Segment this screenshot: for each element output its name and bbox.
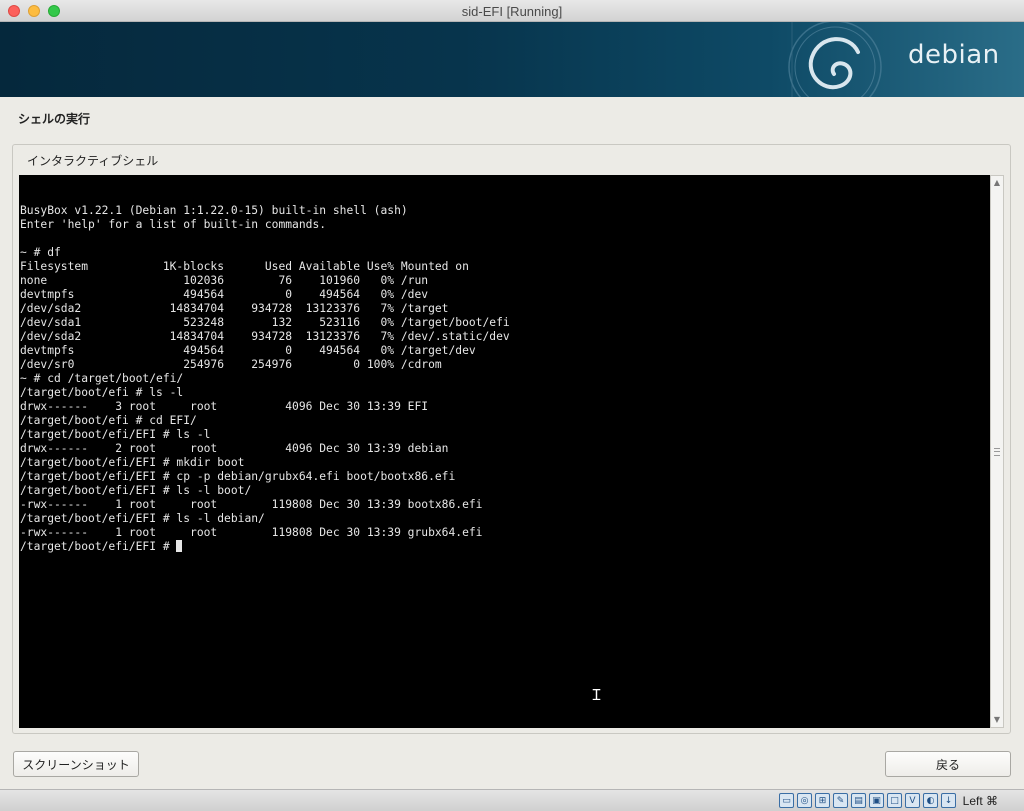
group-title: インタラクティブシェル [27, 154, 159, 168]
installer-banner: debian [0, 22, 1024, 97]
terminal-line: /dev/sda2 14834704 934728 13123376 7% /t… [20, 302, 449, 315]
terminal-line: /target/boot/efi/EFI # ls -l boot/ [20, 484, 252, 497]
terminal-line: ~ # df [20, 246, 61, 259]
terminal-line: /dev/sda1 523248 132 523116 0% /target/b… [20, 316, 510, 329]
host-key-label: Left ⌘ [962, 794, 998, 808]
window-titlebar: sid-EFI [Running] [0, 0, 1024, 22]
scroll-down-arrow-icon[interactable]: ▼ [991, 713, 1003, 727]
terminal-line: -rwx------ 1 root root 119808 Dec 30 13:… [20, 526, 483, 539]
terminal-line: /target/boot/efi/EFI # cp -p debian/grub… [20, 470, 456, 483]
ibeam-cursor-icon: Ｉ [589, 686, 605, 704]
vm-statusbar: ▭ ◎ ⊞ ✎ ▤ ▣ □ V ◐ ↓ Left ⌘ [0, 789, 1024, 811]
monitor-icon[interactable]: □ [887, 793, 902, 808]
terminal-line: drwx------ 3 root root 4096 Dec 30 13:39… [20, 400, 429, 413]
terminal-line: /target/boot/efi/EFI # ls -l debian/ [20, 512, 265, 525]
window-title: sid-EFI [Running] [461, 4, 563, 19]
debian-swirl-icon [788, 22, 882, 97]
terminal-line: /dev/sr0 254976 254976 0 100% /cdrom [20, 358, 442, 371]
terminal-line: /target/boot/efi/EFI # mkdir boot [20, 456, 245, 469]
hard-disk-icon[interactable]: ▭ [779, 793, 794, 808]
terminal-line: /target/boot/efi # ls -l [20, 386, 184, 399]
terminal-line: Enter 'help' for a list of built-in comm… [20, 218, 327, 231]
terminal-line: /dev/sda2 14834704 934728 13123376 7% /d… [20, 330, 510, 343]
display-icon[interactable]: ▣ [869, 793, 884, 808]
terminal-view[interactable]: BusyBox v1.22.1 (Debian 1:1.22.0-15) bui… [19, 175, 990, 728]
status-icons: ▭ ◎ ⊞ ✎ ▤ ▣ □ V ◐ ↓ [779, 793, 956, 808]
download-arrow-icon[interactable]: ↓ [941, 793, 956, 808]
network-icon[interactable]: ⊞ [815, 793, 830, 808]
virtualbox-icon[interactable]: V [905, 793, 920, 808]
folder-icon[interactable]: ▤ [851, 793, 866, 808]
terminal-line: ~ # cd /target/boot/efi/ [20, 372, 184, 385]
optical-disk-icon[interactable]: ◎ [797, 793, 812, 808]
mouse-icon[interactable]: ◐ [923, 793, 938, 808]
terminal-line: Filesystem 1K-blocks Used Available Use%… [20, 260, 469, 273]
terminal-line: BusyBox v1.22.1 (Debian 1:1.22.0-15) bui… [20, 204, 408, 217]
terminal-scrollbar[interactable]: ▲ ▼ [990, 175, 1004, 728]
screenshot-button[interactable]: スクリーンショット [13, 751, 139, 777]
terminal-line: devtmpfs 494564 0 494564 0% /target/dev [20, 344, 476, 357]
back-button[interactable]: 戻る [885, 751, 1011, 777]
terminal-line: -rwx------ 1 root root 119808 Dec 30 13:… [20, 498, 483, 511]
terminal-prompt: /target/boot/efi/EFI # [20, 540, 177, 553]
pencil-icon[interactable]: ✎ [833, 793, 848, 808]
terminal-line: /target/boot/efi/EFI # ls -l [20, 428, 211, 441]
terminal-line: /target/boot/efi # cd EFI/ [20, 414, 197, 427]
terminal-lines: BusyBox v1.22.1 (Debian 1:1.22.0-15) bui… [20, 204, 510, 539]
terminal-line: drwx------ 2 root root 4096 Dec 30 13:39… [20, 442, 449, 455]
scrollbar-grip[interactable] [994, 448, 1000, 456]
scroll-up-arrow-icon[interactable]: ▲ [991, 176, 1003, 190]
page-title: シェルの実行 [18, 112, 91, 126]
terminal-line: devtmpfs 494564 0 494564 0% /dev [20, 288, 429, 301]
text-cursor [176, 540, 183, 552]
terminal-output: BusyBox v1.22.1 (Debian 1:1.22.0-15) bui… [19, 175, 990, 554]
debian-logo-text: debian [908, 40, 1000, 70]
terminal-line: none 102036 76 101960 0% /run [20, 274, 429, 287]
